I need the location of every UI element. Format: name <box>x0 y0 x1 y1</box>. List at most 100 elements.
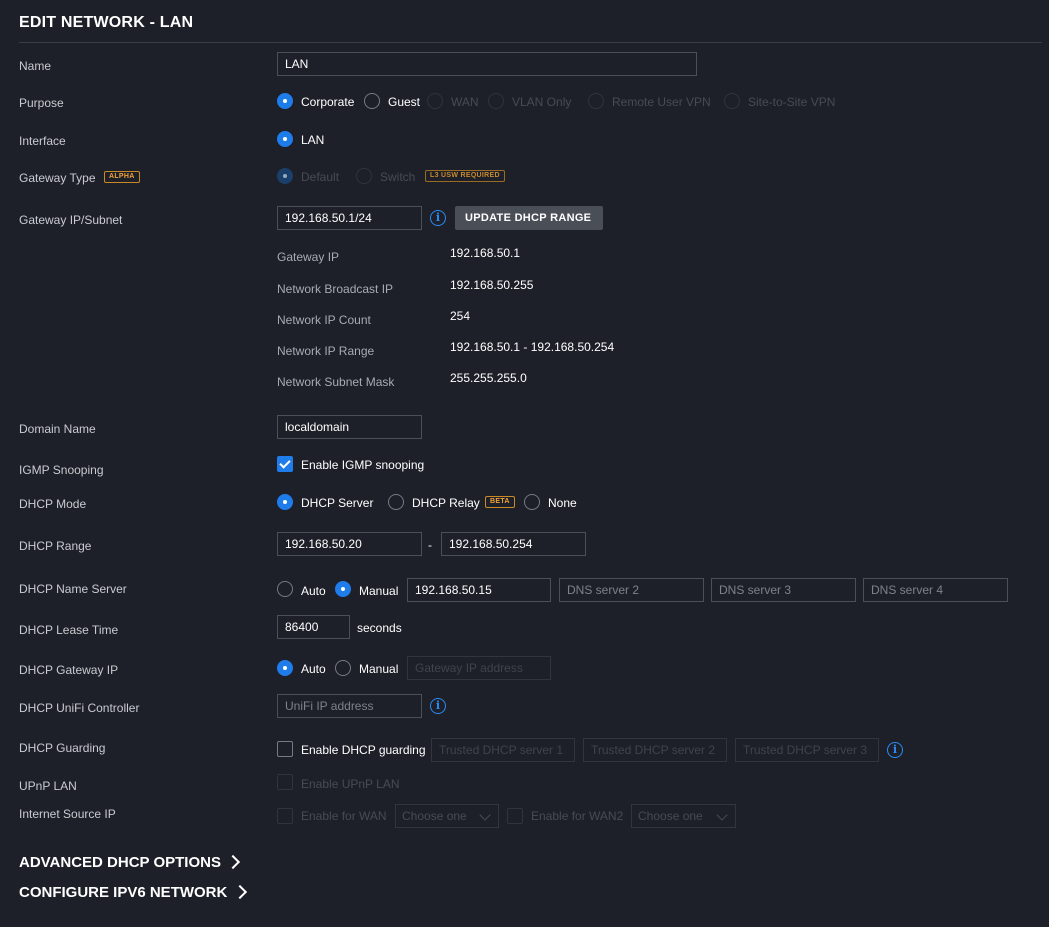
dhcp-gateway-auto-label[interactable]: Auto <box>301 662 326 676</box>
dns-server-4-input[interactable]: DNS server 4 <box>863 578 1008 602</box>
advanced-dhcp-options-link[interactable]: ADVANCED DHCP OPTIONS <box>19 854 221 871</box>
configure-ipv6-network-label: CONFIGURE IPV6 NETWORK <box>19 884 228 901</box>
internet-source-ip-label: Internet Source IP <box>19 807 116 821</box>
gateway-ip-detail-label: Gateway IP <box>277 250 340 264</box>
purpose-corporate-label[interactable]: Corporate <box>301 95 354 109</box>
dhcp-gateway-auto-radio[interactable] <box>277 660 293 676</box>
trusted-dhcp-server-2-input: Trusted DHCP server 2 <box>583 738 727 762</box>
enable-wan2-checkbox <box>507 808 523 824</box>
enable-wan-label: Enable for WAN <box>301 809 387 823</box>
dhcp-relay-label[interactable]: DHCP Relay <box>412 496 480 510</box>
gateway-default-radio <box>277 168 293 184</box>
name-server-manual-label[interactable]: Manual <box>359 584 398 598</box>
ip-range-detail-label: Network IP Range <box>277 344 375 358</box>
dhcp-gateway-manual-label[interactable]: Manual <box>359 662 398 676</box>
wan-select-value: Choose one <box>402 809 467 823</box>
name-server-manual-radio[interactable] <box>335 581 351 597</box>
dhcp-guarding-checkbox[interactable] <box>277 741 293 757</box>
name-server-auto-radio[interactable] <box>277 581 293 597</box>
configure-ipv6-network-link[interactable]: CONFIGURE IPV6 NETWORK <box>19 884 227 901</box>
dhcp-guarding-checkbox-label[interactable]: Enable DHCP guarding <box>301 743 426 757</box>
gateway-ip-detail-value: 192.168.50.1 <box>450 246 521 260</box>
purpose-vlan-only-radio <box>488 93 504 109</box>
gateway-default-label: Default <box>301 170 340 184</box>
interface-lan-radio[interactable] <box>277 131 293 147</box>
gateway-type-label: Gateway Type <box>19 171 96 185</box>
upnp-lan-checkbox-label: Enable UPnP LAN <box>301 777 400 791</box>
enable-wan-checkbox <box>277 808 293 824</box>
igmp-snooping-label: IGMP Snooping <box>19 463 104 477</box>
purpose-wan-radio <box>427 93 443 109</box>
unifi-info-icon[interactable]: i <box>430 698 446 714</box>
dhcp-unifi-controller-label: DHCP UniFi Controller <box>19 701 140 715</box>
ip-range-detail-value: 192.168.50.1 - 192.168.50.254 <box>450 340 615 354</box>
subnet-mask-detail-label: Network Subnet Mask <box>277 375 395 389</box>
name-label: Name <box>19 59 52 73</box>
igmp-snooping-checkbox-label[interactable]: Enable IGMP snooping <box>301 458 424 472</box>
lease-time-unit: seconds <box>357 621 402 635</box>
igmp-snooping-checkbox[interactable] <box>277 456 293 472</box>
update-dhcp-range-button[interactable]: UPDATE DHCP RANGE <box>455 206 603 230</box>
beta-badge: BETA <box>485 496 515 508</box>
trusted-dhcp-server-1-input: Trusted DHCP server 1 <box>431 738 575 762</box>
ipv6-chevron-right-icon <box>232 884 248 900</box>
purpose-vlan-only-label: VLAN Only <box>512 95 572 109</box>
dhcp-mode-label: DHCP Mode <box>19 497 87 511</box>
upnp-lan-checkbox <box>277 774 293 790</box>
dhcp-none-radio[interactable] <box>524 494 540 510</box>
gateway-switch-label: Switch <box>380 170 416 184</box>
purpose-remote-vpn-radio <box>588 93 604 109</box>
broadcast-ip-detail-label: Network Broadcast IP <box>277 282 394 296</box>
purpose-wan-label: WAN <box>451 95 479 109</box>
domain-name-input[interactable]: localdomain <box>277 415 422 439</box>
name-server-auto-label[interactable]: Auto <box>301 584 326 598</box>
page-title: EDIT NETWORK - LAN <box>19 14 194 31</box>
upnp-lan-label: UPnP LAN <box>19 779 77 793</box>
dhcp-none-label[interactable]: None <box>548 496 577 510</box>
subnet-mask-detail-value: 255.255.255.0 <box>450 371 527 385</box>
info-icon[interactable]: i <box>430 210 446 226</box>
dhcp-range-label: DHCP Range <box>19 539 92 553</box>
enable-wan2-label: Enable for WAN2 <box>531 809 624 823</box>
advanced-chevron-right-icon <box>225 854 241 870</box>
dns-server-3-input[interactable]: DNS server 3 <box>711 578 856 602</box>
dhcp-gateway-manual-radio[interactable] <box>335 660 351 676</box>
purpose-guest-label[interactable]: Guest <box>388 95 420 109</box>
alpha-badge: ALPHA <box>104 171 140 183</box>
dhcp-range-separator: - <box>428 538 432 552</box>
dhcp-gateway-ip-label: DHCP Gateway IP <box>19 663 119 677</box>
lease-time-input[interactable]: 86400 <box>277 615 350 639</box>
guarding-info-icon[interactable]: i <box>887 742 903 758</box>
title-divider <box>19 42 1042 43</box>
l3-usw-required-badge: L3 USW REQUIRED <box>425 170 505 182</box>
purpose-label: Purpose <box>19 96 64 110</box>
gateway-ip-subnet-input[interactable]: 192.168.50.1/24 <box>277 206 422 230</box>
name-input[interactable]: LAN <box>277 52 697 76</box>
dhcp-range-end-input[interactable]: 192.168.50.254 <box>441 532 586 556</box>
ip-count-detail-value: 254 <box>450 309 471 323</box>
dhcp-lease-time-label: DHCP Lease Time <box>19 623 119 637</box>
ip-count-detail-label: Network IP Count <box>277 313 371 327</box>
advanced-dhcp-options-label: ADVANCED DHCP OPTIONS <box>19 854 221 871</box>
dhcp-guarding-label: DHCP Guarding <box>19 741 106 755</box>
unifi-controller-input[interactable]: UniFi IP address <box>277 694 422 718</box>
interface-label: Interface <box>19 134 66 148</box>
gateway-switch-radio <box>356 168 372 184</box>
dhcp-server-label[interactable]: DHCP Server <box>301 496 373 510</box>
dhcp-relay-radio[interactable] <box>388 494 404 510</box>
trusted-dhcp-server-3-input: Trusted DHCP server 3 <box>735 738 879 762</box>
purpose-guest-radio[interactable] <box>364 93 380 109</box>
purpose-corporate-radio[interactable] <box>277 93 293 109</box>
domain-name-label: Domain Name <box>19 422 96 436</box>
broadcast-ip-detail-value: 192.168.50.255 <box>450 278 534 292</box>
interface-lan-label[interactable]: LAN <box>301 133 324 147</box>
purpose-site-vpn-radio <box>724 93 740 109</box>
purpose-site-vpn-label: Site-to-Site VPN <box>748 95 836 109</box>
wan2-select-value: Choose one <box>638 809 703 823</box>
gateway-ip-subnet-label: Gateway IP/Subnet <box>19 213 123 227</box>
dhcp-range-start-input[interactable]: 192.168.50.20 <box>277 532 422 556</box>
dhcp-server-radio[interactable] <box>277 494 293 510</box>
dhcp-gateway-ip-input: Gateway IP address <box>407 656 551 680</box>
dns-server-2-input[interactable]: DNS server 2 <box>559 578 704 602</box>
dns-server-1-input[interactable]: 192.168.50.15 <box>407 578 551 602</box>
